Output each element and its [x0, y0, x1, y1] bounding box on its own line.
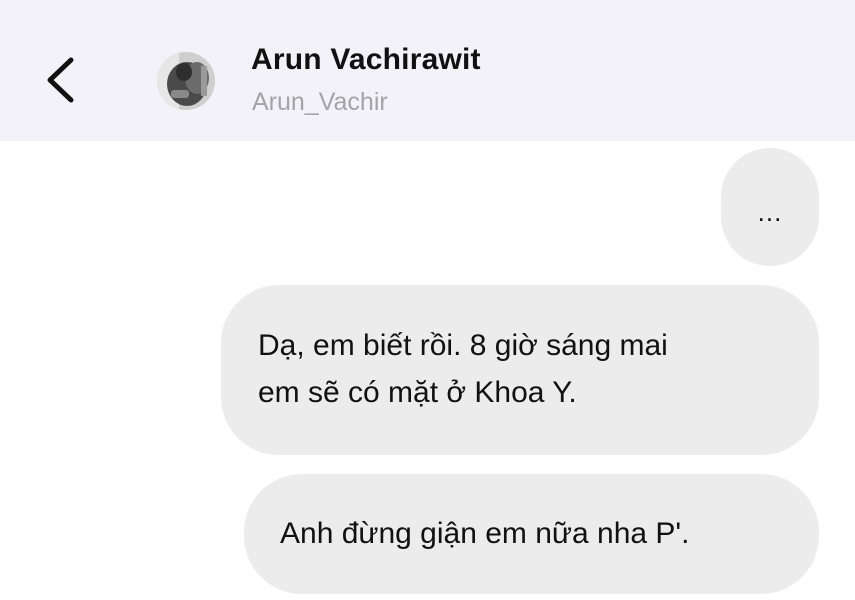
back-button[interactable]: [38, 50, 82, 110]
chevron-left-icon: [47, 57, 74, 103]
avatar-image: [157, 52, 215, 110]
message-bubble[interactable]: Dạ, em biết rồi. 8 giờ sáng mai em sẽ có…: [221, 285, 819, 455]
message-text: Anh đừng giận em nữa nha P'.: [280, 517, 690, 550]
message-text-line: em sẽ có mặt ở Khoa Y.: [258, 376, 577, 409]
contact-name: Arun Vachirawit: [251, 43, 481, 76]
message-text-line: Dạ, em biết rồi. 8 giờ sáng mai: [258, 329, 668, 362]
contact-handle: Arun_Vachir: [252, 88, 388, 116]
chat-screen: Arun Vachirawit Arun_Vachir ... Dạ, em b…: [0, 0, 855, 600]
message-text: ...: [757, 197, 783, 227]
message-bubble[interactable]: ...: [721, 148, 819, 266]
avatar[interactable]: [157, 52, 215, 110]
message-bubble[interactable]: Anh đừng giận em nữa nha P'.: [244, 474, 819, 594]
chat-header: Arun Vachirawit Arun_Vachir: [0, 0, 855, 141]
